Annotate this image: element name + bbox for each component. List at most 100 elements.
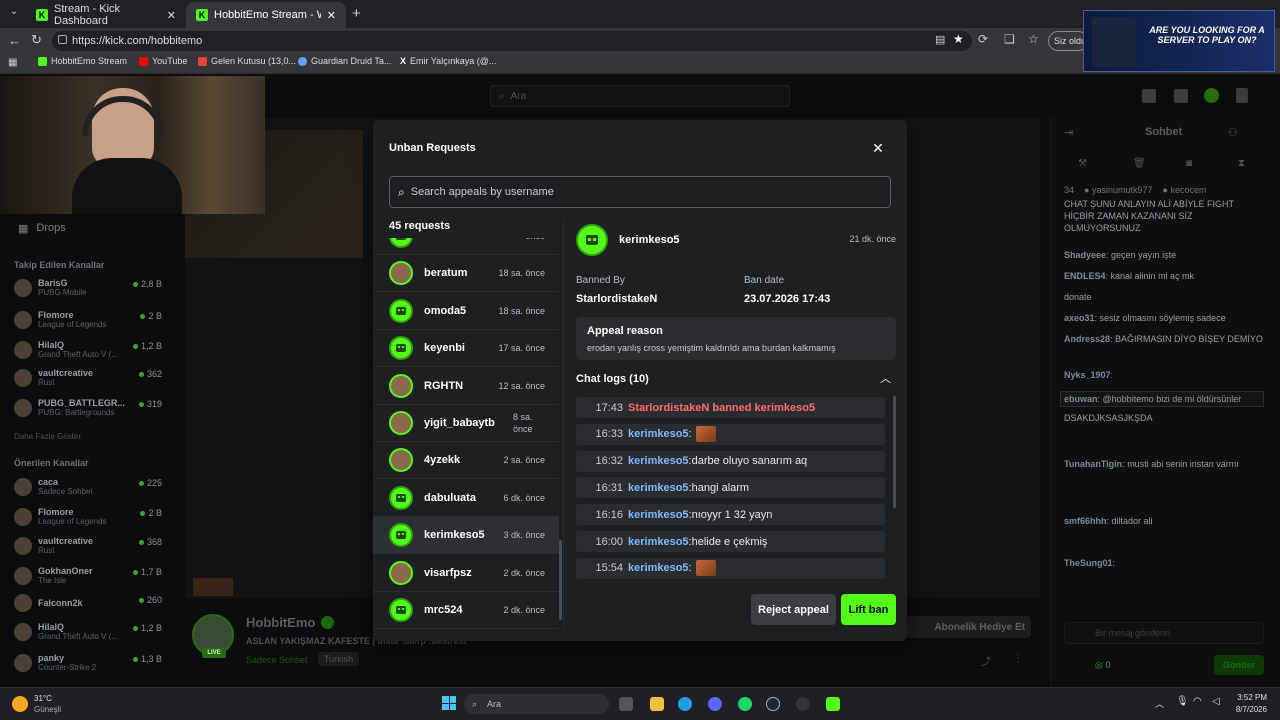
spotify-icon[interactable] [738,697,752,711]
star-icon[interactable]: ★ [953,32,964,46]
pinned-user[interactable]: ● yasinumutk977 [1084,185,1152,195]
windows-start-icon[interactable] [442,696,456,710]
tab-list-icon[interactable]: ⌄ [6,6,22,22]
request-row[interactable]: önce [373,238,559,255]
bookmark-item[interactable]: YouTube [139,56,187,66]
request-row[interactable]: mrc524 2 dk. önce [373,592,559,629]
chat-users-icon[interactable]: ⚇ [1228,126,1238,139]
url-field[interactable]: https://kick.com/hobbitemo [52,31,972,51]
request-row[interactable]: RGHTN 12 sa. önce [373,368,559,405]
chat-log-scrollbar[interactable] [893,396,896,508]
weather-sun-icon[interactable] [12,696,28,712]
reload-icon[interactable]: ↻ [31,32,42,48]
extension-icon[interactable]: ⟳ [978,32,988,46]
user-menu-icon[interactable] [1236,88,1248,103]
language-tag[interactable]: Turkish [318,652,360,666]
request-row[interactable]: yigit_babaytb 8 sa. önce [373,405,559,442]
more-icon[interactable]: ⋮ [1013,653,1023,664]
dashboard-icon[interactable] [1174,89,1188,103]
request-username: mrc524 [424,604,463,616]
viewer-count: 1,7 B [130,567,162,577]
request-row[interactable]: keyenbi 17 sa. önce [373,330,559,368]
steam-icon[interactable] [766,697,780,711]
favorites-icon[interactable]: ☆ [1028,32,1039,46]
kick-profile-icon[interactable] [1204,88,1219,103]
request-time: 18 sa. önce [498,305,545,316]
trash-icon[interactable]: 🗑 [1133,158,1146,169]
channel-avatar [14,594,32,612]
chat-username[interactable]: ebuwan [1064,394,1098,404]
chat-username[interactable]: Nyks_1907 [1064,370,1111,380]
request-row[interactable]: beratum 18 sa. önce [373,255,559,293]
new-tab-icon[interactable]: + [352,5,361,22]
file-explorer-icon[interactable] [650,697,664,711]
site-info-icon[interactable] [58,35,67,44]
taskbar-search[interactable]: ⌕ Ara [464,694,609,714]
chat-bubble-icon[interactable]: ◙ [1186,158,1192,169]
apps-icon[interactable]: ▦ [8,57,17,68]
bookmark-item[interactable]: HobbitEmo Stream [38,56,127,66]
wifi-icon[interactable]: ◠ [1193,696,1202,707]
mic-icon[interactable]: 🎙 [1176,696,1189,707]
close-icon[interactable]: ✕ [868,138,888,158]
task-view-icon[interactable] [619,697,633,711]
tray-chevron-icon[interactable]: ︿ [1155,697,1164,710]
show-more-link[interactable]: Daha Fazla Göster [14,432,81,441]
request-row[interactable]: visarfpsz 2 dk. önce [373,555,559,592]
chat-username[interactable]: smf66hhh [1064,516,1107,526]
sidebar-drops[interactable]: ▦ Drops [18,222,66,235]
back-icon[interactable]: ← [8,33,21,48]
lift-ban-button[interactable]: Lift ban [841,594,896,625]
stream-category[interactable]: Sadece Sohbet [246,655,308,665]
reader-icon[interactable]: ▤ [935,33,945,46]
clock-date[interactable]: 8/7/2026 [1233,705,1267,714]
clip-icon[interactable] [1142,89,1156,103]
request-list-scrollbar[interactable] [559,540,562,620]
chat-username[interactable]: ENDLES4 [1064,271,1106,281]
chat-username[interactable]: TunahanTigin [1064,459,1122,469]
points-display[interactable]: ◎ 0 [1095,660,1110,671]
chat-username[interactable]: Andress28 [1064,334,1110,344]
chat-logs-header[interactable]: Chat logs (10) [576,373,649,385]
close-icon[interactable]: ✕ [327,9,336,22]
ad-banner[interactable]: ARE YOU LOOKING FOR A SERVER TO PLAY ON? [1083,10,1275,72]
request-row[interactable]: 4yzekk 2 sa. önce [373,442,559,480]
bookmark-item[interactable]: Guardian Druid Ta... [298,56,391,66]
appeal-search-field[interactable]: ⌕ [389,176,891,208]
streamer-name[interactable]: HobbitEmo [246,615,335,630]
profile-button[interactable]: Siz oldu [1048,31,1088,51]
browser-tab-dashboard[interactable]: K Stream - Kick Dashboard ✕ [26,2,186,28]
kick-app-icon[interactable] [826,697,840,711]
hourglass-icon[interactable]: ⧗ [1238,158,1245,169]
discord-icon[interactable] [708,697,722,711]
collections-icon[interactable]: ❏ [1004,32,1015,46]
send-button[interactable]: Gönder [1214,655,1264,675]
obs-icon[interactable] [796,697,810,711]
request-row[interactable]: omoda5 18 sa. önce [373,293,559,330]
pinned-user[interactable]: ● kecocem [1163,185,1207,195]
mod-hammer-icon[interactable]: ⚒ [1078,158,1087,169]
channel-name: PUBG_BATTLEGR... [38,398,125,408]
request-avatar [389,373,413,398]
request-time: 3 dk. önce [503,530,545,541]
browser-tab-stream[interactable]: K HobbitEmo Stream - Watch Live o ✕ [186,2,346,28]
request-row[interactable]: dabuluata 6 dk. önce [373,480,559,517]
share-icon[interactable]: ⤴ [981,653,991,668]
chat-input[interactable]: Bir mesaj gönderin [1064,622,1264,644]
bookmark-item[interactable]: X Emir Yalçınkaya (@... [400,56,496,66]
bookmark-item[interactable]: Gelen Kutusu (13,0... [198,56,296,66]
volume-icon[interactable]: ◁ [1212,696,1220,707]
gift-subscription-button[interactable]: Abonelik Hediye Et [906,616,1031,638]
chat-username[interactable]: TheSung01 [1064,558,1113,568]
chat-username[interactable]: axeo31 [1064,313,1095,323]
close-icon[interactable]: ✕ [167,9,176,22]
collapse-chat-icon[interactable]: ⇥ [1064,126,1073,139]
site-search-input[interactable]: ⌕ Ara [490,85,790,107]
edge-icon[interactable] [678,697,692,711]
reject-appeal-button[interactable]: Reject appeal [751,594,836,625]
appeal-search-input[interactable] [410,186,871,198]
chat-username[interactable]: Shadyeee [1064,250,1106,260]
request-row[interactable]: kerimkeso5 3 dk. önce [373,517,559,555]
clock-time[interactable]: 3:52 PM [1233,693,1267,702]
chevron-up-icon[interactable]: ︿ [880,370,891,386]
